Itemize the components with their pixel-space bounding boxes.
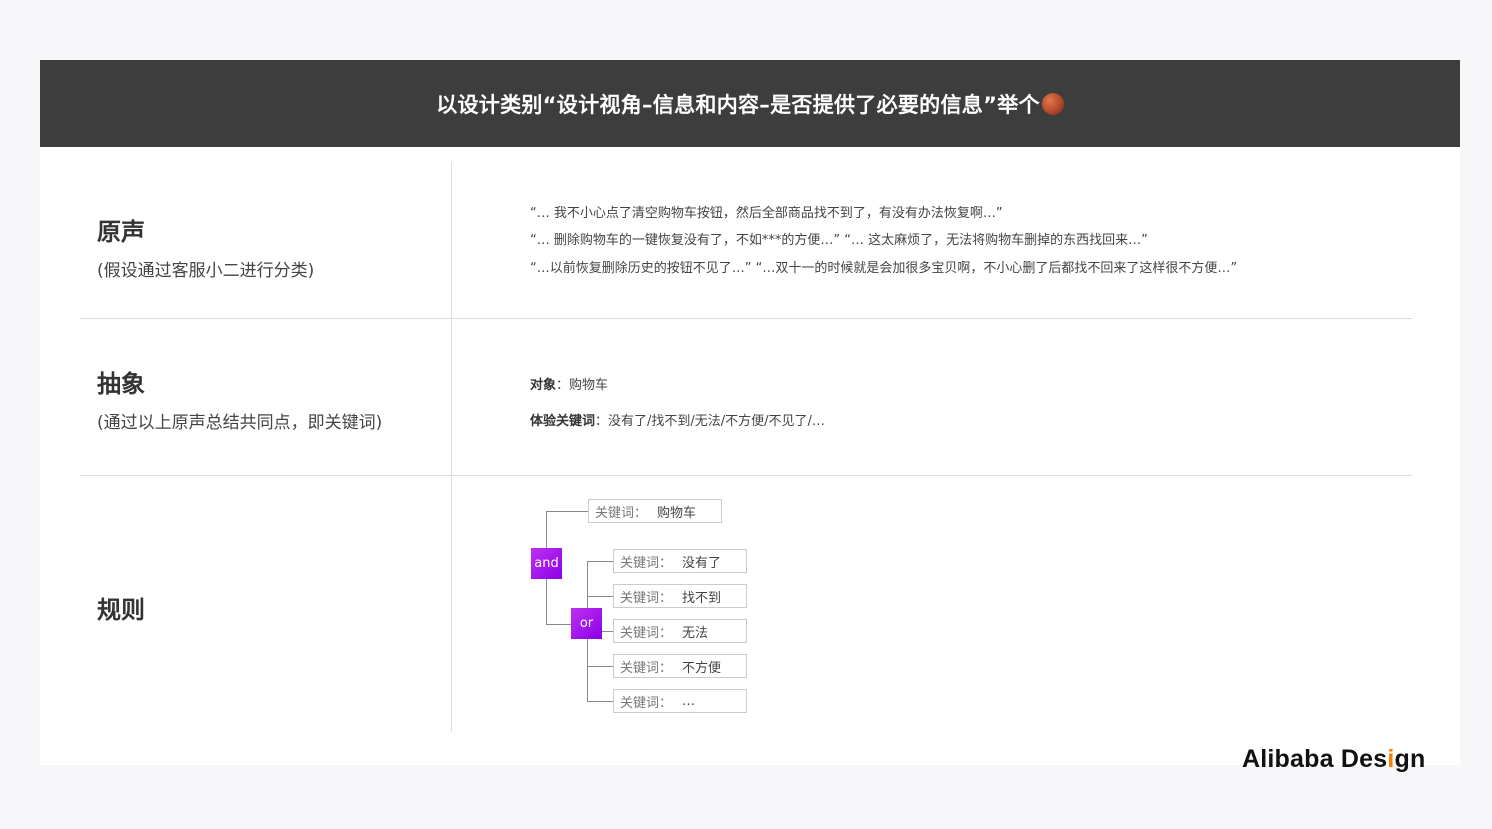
- tree-connector: [587, 561, 613, 562]
- keyword-box-or-5: 关键词： …: [613, 689, 747, 713]
- keyword-box-or-1: 关键词： 没有了: [613, 549, 747, 573]
- keyword-value: 找不到: [682, 590, 722, 606]
- row-divider-2: [80, 475, 1412, 476]
- keyword-value: 不方便: [682, 660, 722, 676]
- tree-connector: [546, 511, 547, 548]
- keyword-value: 购物车: [657, 505, 697, 521]
- content-card: 以设计类别“设计视角–信息和内容–是否提供了必要的信息”举个 原声 (假设通过客…: [40, 60, 1460, 765]
- and-operator: and: [531, 548, 562, 579]
- tree-connector: [587, 666, 613, 667]
- page-title: 以设计类别“设计视角–信息和内容–是否提供了必要的信息”举个: [436, 92, 1040, 117]
- keyword-box-or-4: 关键词： 不方便: [613, 654, 747, 678]
- brand-logo: Alibaba Design: [1242, 745, 1425, 774]
- tree-connector: [546, 511, 588, 512]
- object-label: 对象: [530, 378, 557, 393]
- peach-icon: [1041, 92, 1064, 115]
- voice-subtitle: (假设通过客服小二进行分类): [97, 261, 315, 281]
- keyword-box-or-3: 关键词： 无法: [613, 619, 747, 643]
- voice-quote-3: “…以前恢复删除历史的按钮不见了…” “…双十一的时候就是会加很多宝贝啊，不小心…: [530, 261, 1238, 276]
- voice-quote-1: “… 我不小心点了清空购物车按钮，然后全部商品找不到了，有没有办法恢复啊…”: [530, 206, 1003, 221]
- keyword-box-top: 关键词： 购物车: [588, 499, 722, 523]
- voice-title: 原声: [97, 218, 145, 246]
- keyword-label: 关键词：: [595, 505, 648, 521]
- keyword-label: 关键词：: [620, 590, 673, 606]
- tree-connector: [546, 624, 572, 625]
- brand-text-end: gn: [1394, 745, 1426, 773]
- abstract-title: 抽象: [97, 370, 145, 398]
- keyword-label: 关键词：: [620, 625, 673, 641]
- abstract-object: 对象：购物车: [530, 374, 608, 393]
- row-divider-1: [80, 318, 1412, 319]
- keyword-label: 关键词：: [620, 695, 673, 711]
- tree-connector: [546, 578, 547, 624]
- tree-connector: [587, 701, 613, 702]
- or-operator: or: [571, 608, 602, 639]
- title-bar: 以设计类别“设计视角–信息和内容–是否提供了必要的信息”举个: [40, 60, 1460, 147]
- tree-connector: [587, 596, 613, 597]
- keywords-value: ：没有了/找不到/无法/不方便/不见了/…: [595, 414, 825, 429]
- keyword-label: 关键词：: [620, 555, 673, 571]
- keyword-value: …: [682, 693, 695, 709]
- rule-title: 规则: [97, 596, 145, 624]
- keyword-value: 没有了: [682, 555, 722, 571]
- brand-text: Alibaba Des: [1242, 745, 1388, 773]
- keyword-value: 无法: [682, 625, 709, 641]
- abstract-keywords: 体验关键词：没有了/找不到/无法/不方便/不见了/…: [530, 410, 825, 429]
- keyword-label: 关键词：: [620, 660, 673, 676]
- column-divider: [451, 162, 452, 732]
- keyword-box-or-2: 关键词： 找不到: [613, 584, 747, 608]
- voice-quote-2: “… 删除购物车的一键恢复没有了，不如***的方便…” “… 这太麻烦了，无法将…: [530, 233, 1148, 248]
- object-value: ：购物车: [556, 378, 609, 393]
- keywords-label: 体验关键词: [530, 414, 596, 429]
- abstract-subtitle: (通过以上原声总结共同点，即关键词): [97, 413, 383, 433]
